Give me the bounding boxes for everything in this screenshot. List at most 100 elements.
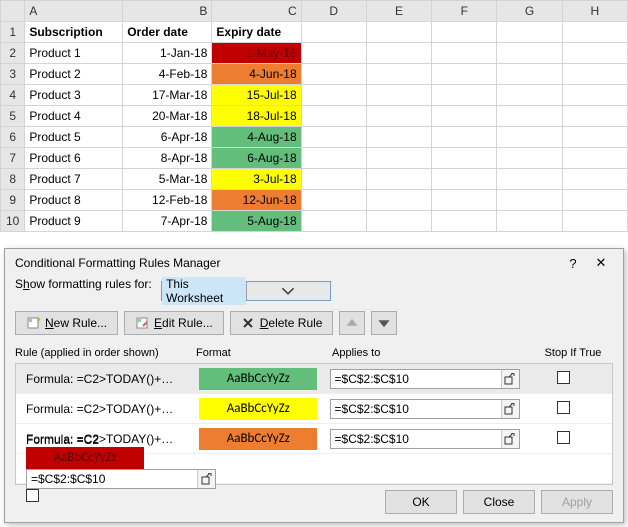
- cell[interactable]: Product 5: [25, 127, 123, 148]
- stop-if-true-checkbox[interactable]: [557, 401, 570, 414]
- cell[interactable]: [562, 127, 627, 148]
- cell[interactable]: [366, 190, 431, 211]
- cell[interactable]: [562, 169, 627, 190]
- cell[interactable]: 12-Feb-18: [123, 190, 212, 211]
- row-header[interactable]: 1: [1, 22, 25, 43]
- cell[interactable]: [497, 85, 562, 106]
- cell[interactable]: [301, 169, 366, 190]
- row-header[interactable]: 5: [1, 106, 25, 127]
- cell[interactable]: 4-Jun-18: [212, 64, 301, 85]
- move-down-button[interactable]: [371, 311, 397, 335]
- row-header[interactable]: 9: [1, 190, 25, 211]
- col-header[interactable]: D: [301, 1, 366, 22]
- cell[interactable]: Product 8: [25, 190, 123, 211]
- cell[interactable]: [562, 211, 627, 232]
- stop-if-true-checkbox[interactable]: [557, 431, 570, 444]
- cell[interactable]: [366, 127, 431, 148]
- cell[interactable]: Product 4: [25, 106, 123, 127]
- cell[interactable]: [562, 190, 627, 211]
- row-header[interactable]: 8: [1, 169, 25, 190]
- col-header[interactable]: B: [123, 1, 212, 22]
- cell[interactable]: [301, 106, 366, 127]
- cell[interactable]: [366, 64, 431, 85]
- cell[interactable]: 8-Apr-18: [123, 148, 212, 169]
- cell[interactable]: Product 9: [25, 211, 123, 232]
- cell[interactable]: [562, 43, 627, 64]
- cell[interactable]: [497, 127, 562, 148]
- cell[interactable]: 17-Mar-18: [123, 85, 212, 106]
- cell[interactable]: [562, 148, 627, 169]
- cell[interactable]: 7-Apr-18: [123, 211, 212, 232]
- col-header[interactable]: E: [366, 1, 431, 22]
- range-picker-icon[interactable]: [197, 470, 215, 488]
- cell[interactable]: [497, 43, 562, 64]
- select-all-corner[interactable]: [1, 1, 25, 22]
- col-header[interactable]: H: [562, 1, 627, 22]
- cell[interactable]: [301, 22, 366, 43]
- cell[interactable]: [366, 169, 431, 190]
- cell[interactable]: [366, 148, 431, 169]
- help-button[interactable]: ?: [559, 256, 587, 271]
- cell[interactable]: 20-Mar-18: [123, 106, 212, 127]
- row-header[interactable]: 3: [1, 64, 25, 85]
- cell[interactable]: 18-Jul-18: [212, 106, 301, 127]
- row-header[interactable]: 10: [1, 211, 25, 232]
- cell[interactable]: [497, 148, 562, 169]
- edit-rule-button[interactable]: Edit Rule...: [124, 311, 224, 335]
- cell[interactable]: [562, 22, 627, 43]
- cell[interactable]: [432, 148, 497, 169]
- cell[interactable]: [366, 211, 431, 232]
- cell[interactable]: [432, 211, 497, 232]
- cell[interactable]: [562, 64, 627, 85]
- row-header[interactable]: 6: [1, 127, 25, 148]
- cell[interactable]: 5-Mar-18: [123, 169, 212, 190]
- close-button[interactable]: ✕: [587, 255, 615, 271]
- row-header[interactable]: 2: [1, 43, 25, 64]
- cell[interactable]: [301, 127, 366, 148]
- cell[interactable]: Product 7: [25, 169, 123, 190]
- move-up-button[interactable]: [339, 311, 365, 335]
- rule-row[interactable]: Formula: =C2 AaBbCcYyZz: [16, 454, 612, 484]
- range-input[interactable]: [27, 472, 197, 486]
- cell[interactable]: [432, 22, 497, 43]
- applies-to-input[interactable]: [330, 399, 520, 419]
- chevron-down-icon[interactable]: [246, 282, 331, 300]
- cell[interactable]: 6-Apr-18: [123, 127, 212, 148]
- cell[interactable]: [432, 43, 497, 64]
- applies-to-input[interactable]: [330, 429, 520, 449]
- rule-row[interactable]: Formula: =C2>TODAY()+… AaBbCcYyZz: [16, 394, 612, 424]
- cell[interactable]: 3-Jul-18: [212, 169, 301, 190]
- range-input[interactable]: [331, 432, 501, 446]
- cell[interactable]: [497, 211, 562, 232]
- cell[interactable]: [301, 190, 366, 211]
- cell[interactable]: [432, 190, 497, 211]
- cell[interactable]: [366, 22, 431, 43]
- range-picker-icon[interactable]: [501, 400, 519, 418]
- cell[interactable]: [366, 43, 431, 64]
- stop-if-true-checkbox[interactable]: [26, 489, 39, 502]
- scope-select[interactable]: This Worksheet: [161, 281, 331, 301]
- col-header[interactable]: A: [25, 1, 123, 22]
- spreadsheet[interactable]: A B C D E F G H 1 Subscription Order dat…: [0, 0, 628, 232]
- cell[interactable]: Order date: [123, 22, 212, 43]
- cell[interactable]: [432, 64, 497, 85]
- cell[interactable]: 12-Jun-18: [212, 190, 301, 211]
- cell[interactable]: [301, 148, 366, 169]
- cell[interactable]: Expiry date: [212, 22, 301, 43]
- col-header[interactable]: F: [432, 1, 497, 22]
- cell[interactable]: Product 3: [25, 85, 123, 106]
- cell[interactable]: [301, 43, 366, 64]
- cell[interactable]: 5-Aug-18: [212, 211, 301, 232]
- cell[interactable]: 6-Aug-18: [212, 148, 301, 169]
- rule-row[interactable]: Formula: =C2>TODAY()+… AaBbCcYyZz: [16, 364, 612, 394]
- cell[interactable]: [497, 190, 562, 211]
- cell[interactable]: [301, 64, 366, 85]
- cell[interactable]: [497, 106, 562, 127]
- row-header[interactable]: 7: [1, 148, 25, 169]
- col-header[interactable]: G: [497, 1, 562, 22]
- new-rule-button[interactable]: ✶ New Rule...: [15, 311, 118, 335]
- cell[interactable]: Product 6: [25, 148, 123, 169]
- cell[interactable]: [562, 106, 627, 127]
- applies-to-input[interactable]: [330, 369, 520, 389]
- row-header[interactable]: 4: [1, 85, 25, 106]
